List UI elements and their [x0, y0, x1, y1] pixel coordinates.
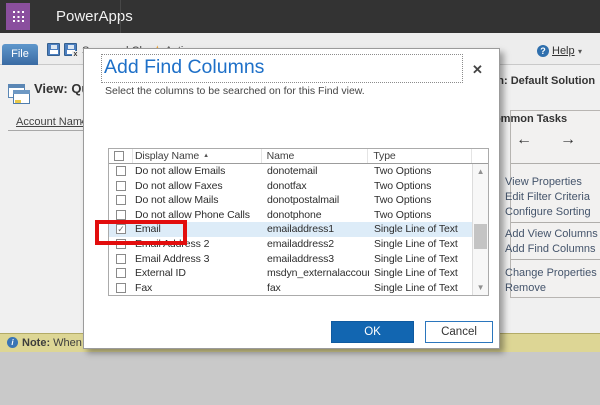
window-footer-area: [0, 352, 600, 405]
cell-name: donotfax: [262, 180, 369, 192]
header-type[interactable]: Type: [368, 149, 472, 163]
checkbox-unchecked[interactable]: [116, 195, 126, 205]
row-checkbox-cell[interactable]: [109, 166, 133, 176]
forward-arrow-icon[interactable]: →: [560, 131, 576, 149]
select-all-checkbox[interactable]: [114, 151, 124, 161]
dialog-subtitle: Select the columns to be searched on for…: [105, 85, 365, 97]
cell-name: donotpostalmail: [262, 194, 369, 206]
link-add-view-columns[interactable]: Add View Columns: [505, 228, 598, 240]
row-checkbox-cell[interactable]: [109, 181, 133, 191]
cell-type: Single Line of Text: [369, 253, 469, 265]
cell-type: Two Options: [369, 180, 469, 192]
link-add-find-columns[interactable]: Add Find Columns: [505, 243, 596, 255]
sort-asc-icon: ▲: [203, 153, 209, 159]
checkbox-unchecked[interactable]: [116, 210, 126, 220]
table-scrollbar[interactable]: ▲ ▼: [472, 164, 488, 295]
add-find-columns-dialog: Add Find Columns ✕ Select the columns to…: [83, 48, 500, 349]
cell-display-name: Email Address 3: [133, 253, 262, 265]
table-row[interactable]: Do not allow EmailsdonotemailTwo Options: [109, 164, 472, 179]
link-edit-filter-criteria[interactable]: Edit Filter Criteria: [505, 191, 590, 203]
help-icon: ?: [537, 45, 549, 57]
header-checkbox-cell[interactable]: [109, 149, 133, 163]
cell-type: Single Line of Text: [369, 282, 469, 294]
cell-name: donotphone: [262, 209, 369, 221]
grid-header-underline: [8, 130, 83, 131]
row-checkbox-cell[interactable]: [109, 210, 133, 220]
link-remove[interactable]: Remove: [505, 282, 546, 294]
header-scrollbar-spacer: [472, 149, 488, 163]
table-header-row: Display Name▲ Name Type: [109, 149, 488, 164]
scroll-down-icon[interactable]: ▼: [473, 283, 488, 292]
cell-type: Two Options: [369, 194, 469, 206]
cell-type: Two Options: [369, 165, 469, 177]
table-row[interactable]: Do not allow FaxesdonotfaxTwo Options: [109, 179, 472, 194]
save-icon[interactable]: [47, 43, 60, 56]
checkbox-unchecked[interactable]: [116, 268, 126, 278]
close-icon[interactable]: ✕: [472, 62, 483, 78]
panel-divider: [511, 222, 600, 223]
header-display-name[interactable]: Display Name▲: [133, 149, 262, 163]
annotation-highlight-box: [95, 220, 187, 245]
cell-display-name: External ID: [133, 267, 262, 279]
table-row[interactable]: FaxfaxSingle Line of Text: [109, 280, 472, 295]
cell-type: Single Line of Text: [369, 267, 469, 279]
link-change-properties[interactable]: Change Properties: [505, 267, 597, 279]
table-row[interactable]: Do not allow MailsdonotpostalmailTwo Opt…: [109, 193, 472, 208]
cell-type: Single Line of Text: [369, 223, 469, 235]
table-row[interactable]: Email Address 3emailaddress3Single Line …: [109, 251, 472, 266]
link-view-properties[interactable]: View Properties: [505, 176, 582, 188]
cell-name: msdyn_externalaccountid: [262, 267, 369, 279]
row-checkbox-cell[interactable]: [109, 254, 133, 264]
row-checkbox-cell[interactable]: [109, 268, 133, 278]
app-title: PowerApps: [56, 0, 133, 33]
top-app-bar: PowerApps: [0, 0, 600, 33]
topbar-divider: [120, 0, 121, 33]
close-badge-icon: x: [72, 51, 79, 58]
cell-display-name: Do not allow Mails: [133, 194, 262, 206]
checkbox-unchecked[interactable]: [116, 181, 126, 191]
back-arrow-icon[interactable]: ←: [516, 131, 532, 149]
cell-name: emailaddress3: [262, 253, 369, 265]
cell-type: Two Options: [369, 209, 469, 221]
grid-column-header-account-name[interactable]: Account Name: [16, 116, 88, 128]
checkbox-unchecked[interactable]: [116, 283, 126, 293]
app-launcher-button[interactable]: [6, 3, 30, 30]
file-tab-button[interactable]: File: [2, 44, 38, 65]
row-checkbox-cell[interactable]: [109, 283, 133, 293]
row-checkbox-cell[interactable]: [109, 195, 133, 205]
save-and-close-icon[interactable]: x: [64, 43, 77, 56]
panel-divider: [511, 163, 600, 164]
checkbox-unchecked[interactable]: [116, 166, 126, 176]
cell-display-name: Do not allow Emails: [133, 165, 262, 177]
cell-name: donotemail: [262, 165, 369, 177]
link-configure-sorting[interactable]: Configure Sorting: [505, 206, 591, 218]
dialog-title: Add Find Columns: [104, 56, 264, 79]
scroll-up-icon[interactable]: ▲: [473, 167, 488, 176]
view-icon: [8, 84, 32, 106]
panel-divider: [511, 259, 600, 260]
help-chevron-down-icon: ▾: [578, 47, 582, 56]
checkbox-unchecked[interactable]: [116, 254, 126, 264]
cell-name: emailaddress1: [262, 223, 369, 235]
view-title: View: Qu: [34, 81, 89, 96]
cell-name: fax: [262, 282, 369, 294]
cell-display-name: Do not allow Faxes: [133, 180, 262, 192]
waffle-icon: [13, 11, 24, 22]
cell-name: emailaddress2: [262, 238, 369, 250]
table-row[interactable]: External IDmsdyn_externalaccountidSingle…: [109, 266, 472, 281]
cell-display-name: Fax: [133, 282, 262, 294]
help-menu-button[interactable]: Help: [552, 45, 575, 57]
cancel-button[interactable]: Cancel: [425, 321, 493, 343]
ok-button[interactable]: OK: [331, 321, 414, 343]
scrollbar-thumb[interactable]: [474, 224, 487, 249]
info-icon: i: [7, 337, 18, 348]
cell-type: Single Line of Text: [369, 238, 469, 250]
header-name[interactable]: Name: [262, 149, 369, 163]
